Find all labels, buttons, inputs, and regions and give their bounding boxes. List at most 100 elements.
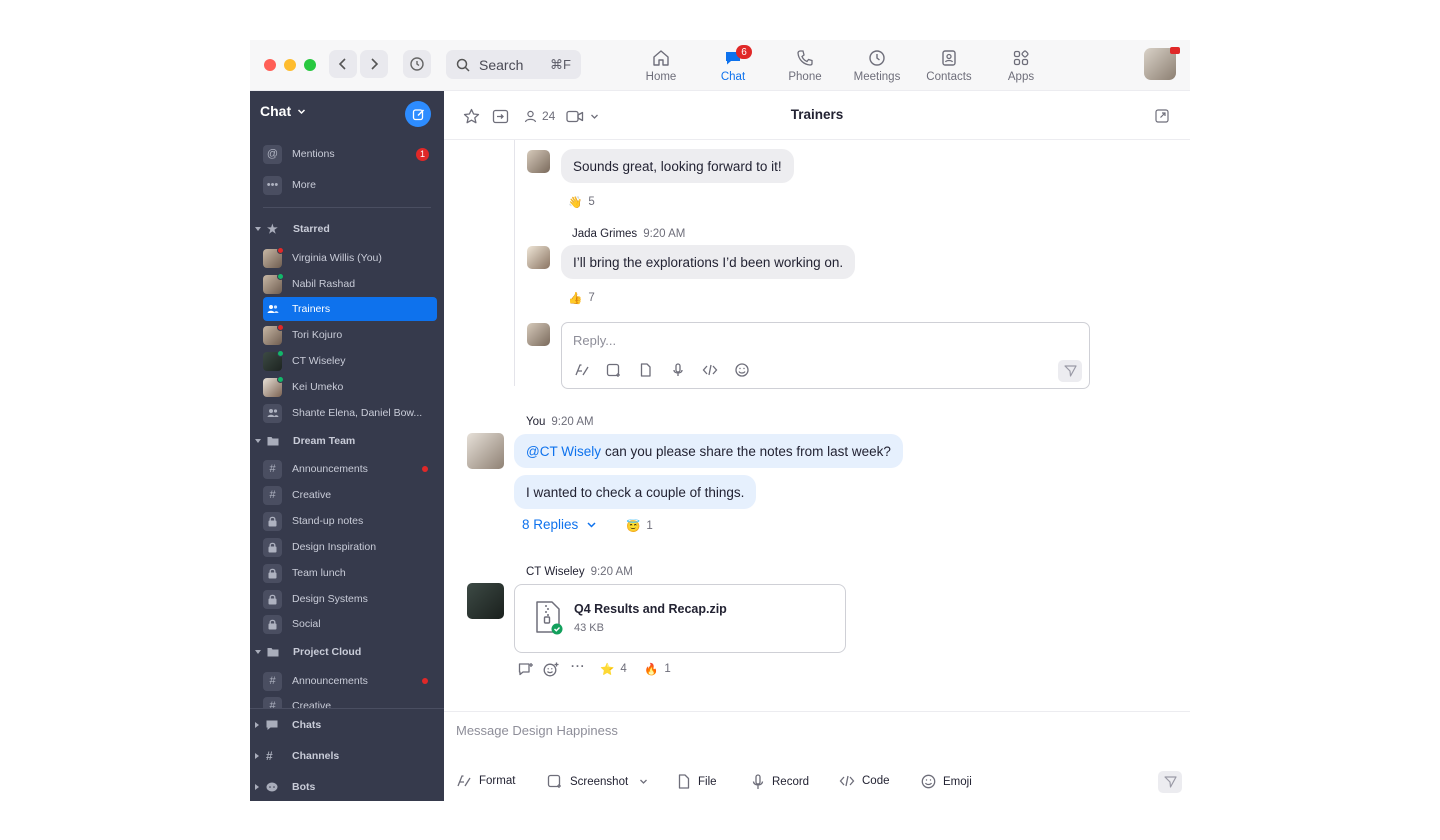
message-composer[interactable]: Message Design Happiness Format Screensh… <box>444 711 1190 801</box>
more-icon: ··· <box>571 661 586 673</box>
record-button[interactable]: Record <box>751 774 809 790</box>
sidebar-item-standup-notes[interactable]: Stand-up notes <box>263 509 437 533</box>
history-button[interactable] <box>403 50 431 78</box>
external-link-icon <box>1155 109 1169 123</box>
replies-toggle[interactable]: 8 Replies <box>522 517 597 532</box>
sidebar-item-virginia-willis[interactable]: Virginia Willis (You) <box>263 246 437 270</box>
chevron-right-icon <box>371 58 379 70</box>
file-icon <box>678 774 690 789</box>
search-box[interactable]: Search ⌘F <box>446 50 581 79</box>
maximize-window-button[interactable] <box>304 59 316 71</box>
avatar[interactable] <box>527 246 550 269</box>
back-button[interactable] <box>329 50 357 78</box>
nav-meetings[interactable]: Meetings <box>845 48 909 88</box>
nav-phone[interactable]: Phone <box>773 48 837 88</box>
sidebar-item-nabil-rashad[interactable]: Nabil Rashad <box>263 272 437 296</box>
message-sender: You 9:20 AM <box>526 416 594 428</box>
avatar[interactable] <box>467 583 504 619</box>
section-dream-team[interactable]: Dream Team <box>255 431 435 451</box>
reaction-chip[interactable]: 🔥 1 <box>644 662 671 676</box>
sidebar-title[interactable]: Chat <box>260 103 306 119</box>
close-window-button[interactable] <box>264 59 276 71</box>
sidebar-item-ct-wiseley[interactable]: CT Wiseley <box>263 349 437 373</box>
message-bubble[interactable]: I wanted to check a couple of things. <box>514 475 757 509</box>
contacts-icon <box>942 50 956 66</box>
send-icon <box>1163 776 1177 788</box>
format-button[interactable]: Format <box>456 774 515 788</box>
caret-right-icon <box>255 784 259 790</box>
avatar <box>263 375 284 397</box>
reaction-chip[interactable]: 👍 7 <box>568 291 595 305</box>
file-button[interactable]: File <box>677 774 717 789</box>
sidebar-item-trainers[interactable]: Trainers <box>263 297 437 321</box>
caret-right-icon <box>255 753 259 759</box>
reaction-chip[interactable]: 😇 1 <box>626 519 653 533</box>
reaction-chip[interactable]: ⭐ 4 <box>600 662 627 676</box>
add-emoji-icon <box>543 662 559 677</box>
reaction-chip[interactable]: 👋 5 <box>568 195 595 209</box>
section-starred[interactable]: ★ Starred <box>255 219 435 239</box>
unread-dot <box>422 678 428 684</box>
sidebar-item-design-inspiration[interactable]: Design Inspiration <box>263 535 437 559</box>
screenshot-button[interactable]: Screenshot <box>547 774 648 789</box>
user-mention[interactable]: @CT Wisely <box>526 444 601 459</box>
sidebar-item-mentions[interactable]: @ Mentions 1 <box>263 142 437 166</box>
compose-button[interactable] <box>405 101 431 127</box>
emoji-icon <box>921 774 936 789</box>
sidebar-item-dt-announcements[interactable]: # Announcements <box>263 457 437 481</box>
nav-apps[interactable]: Apps <box>989 48 1053 88</box>
send-button[interactable] <box>1158 771 1182 793</box>
code-icon[interactable] <box>702 363 718 377</box>
chevron-down-icon <box>587 522 596 528</box>
section-bots[interactable]: Bots <box>255 777 435 797</box>
file-attachment[interactable]: Q4 Results and Recap.zip 43 KB <box>514 584 846 653</box>
message-bubble[interactable]: @CT Wisely can you please share the note… <box>514 434 903 468</box>
sidebar-item-group-dm[interactable]: Shante Elena, Daniel Bow... <box>263 401 437 425</box>
format-icon[interactable] <box>574 363 590 377</box>
reply-send-button[interactable] <box>1058 360 1082 382</box>
avatar <box>527 323 550 346</box>
caret-down-icon <box>255 439 261 443</box>
sidebar-item-pc-announcements[interactable]: # Announcements <box>263 669 437 693</box>
code-button[interactable]: Code <box>839 774 890 788</box>
thread-reply-box[interactable]: Reply... <box>561 322 1090 389</box>
avatar[interactable] <box>467 433 504 469</box>
section-channels[interactable]: # Channels <box>255 746 435 766</box>
nav-chat[interactable]: 6 Chat <box>701 45 765 88</box>
emoji-icon[interactable] <box>734 363 750 377</box>
section-chats[interactable]: Chats <box>255 715 435 735</box>
screenshot-icon[interactable] <box>606 363 622 377</box>
message-bubble[interactable]: I’ll bring the explorations I’d been wor… <box>561 245 856 279</box>
reply-input[interactable]: Reply... <box>573 333 616 348</box>
emoji-button[interactable]: Emoji <box>921 774 972 789</box>
group-icon <box>263 300 282 319</box>
message-input[interactable]: Message Design Happiness <box>456 723 618 738</box>
section-project-cloud[interactable]: Project Cloud <box>255 642 435 662</box>
thread-line <box>514 140 515 386</box>
sidebar-item-tori-kojuro[interactable]: Tori Kojuro <box>263 323 437 347</box>
sidebar-item-kei-umeko[interactable]: Kei Umeko <box>263 375 437 399</box>
sidebar-item-social[interactable]: Social <box>263 612 437 636</box>
microphone-icon[interactable] <box>670 363 686 377</box>
avatar[interactable] <box>527 150 550 173</box>
message-bubble[interactable]: Sounds great, looking forward to it! <box>561 149 794 183</box>
chevron-down-icon <box>298 108 306 114</box>
microphone-icon <box>752 774 764 789</box>
at-icon: @ <box>263 144 282 164</box>
add-reaction-button[interactable] <box>543 662 559 677</box>
sidebar-item-dt-creative[interactable]: # Creative <box>263 483 437 507</box>
reply-in-thread-button[interactable] <box>518 662 534 677</box>
caret-right-icon <box>255 722 259 728</box>
nav-contacts[interactable]: Contacts <box>917 48 981 88</box>
sidebar-item-more[interactable]: ••• More <box>263 173 437 197</box>
more-actions-button[interactable]: ··· <box>571 661 586 673</box>
forward-button[interactable] <box>360 50 388 78</box>
pop-out-button[interactable] <box>1155 107 1169 125</box>
sidebar-item-team-lunch[interactable]: Team lunch <box>263 561 437 585</box>
nav-home[interactable]: Home <box>629 48 693 88</box>
minimize-window-button[interactable] <box>284 59 296 71</box>
sidebar-item-design-systems[interactable]: Design Systems <box>263 587 437 611</box>
chat-sidebar: Chat @ Mentions 1 ••• More ★ Starred Vir… <box>250 91 444 801</box>
file-icon[interactable] <box>638 363 654 377</box>
message-list[interactable]: Sounds great, looking forward to it! 👋 5… <box>444 140 1190 711</box>
